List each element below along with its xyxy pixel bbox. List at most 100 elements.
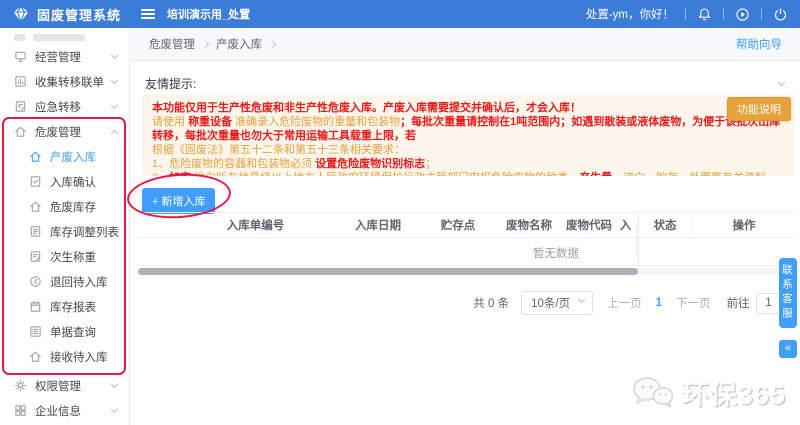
play-circle-icon[interactable] [735, 7, 750, 22]
sidebar-item-secondary-weighing[interactable]: 次生称重 [0, 244, 129, 269]
bar-chart-icon [15, 76, 26, 87]
sidebar-item-label: 收集转移联单 [35, 76, 104, 89]
top-header-bar: 固废管理系统 培训演示用_处置 处置-ym，你好！ [0, 0, 800, 28]
document-edit-icon [30, 251, 41, 262]
table-body: 暂无数据 [138, 238, 638, 266]
function-description-button[interactable]: 功能说明 [727, 97, 791, 121]
notice-line-4: 1、危险废物的容器和包装物必须 设置危险废物识别标志； [152, 158, 437, 170]
table-col-header: 废物代码 [566, 220, 612, 232]
table-fixed-columns: 状态 操作 [638, 212, 795, 267]
breadcrumb-item[interactable]: 危废管理 [149, 36, 195, 52]
table-col-header-status: 状态 [653, 220, 677, 232]
next-page-button[interactable]: 下一页 [676, 295, 711, 311]
pagination: 共 0 条 10条/页 上一页 1 下一页 前往 页 [138, 291, 798, 315]
tips-header[interactable]: 友情提示: [145, 75, 786, 92]
sidebar-item-receive-pending[interactable]: 接收待入库 [0, 344, 129, 369]
sidebar-item-waste-inbound[interactable]: 产废入库 [0, 144, 129, 169]
sidebar-item-label: 退回待入库 [50, 276, 108, 289]
document-edit-icon [15, 101, 26, 112]
list-icon [30, 326, 41, 337]
goto-page-input[interactable] [755, 292, 782, 314]
sidebar-item-inbound-confirm[interactable]: 入库确认 [0, 169, 129, 194]
sidebar-item-stock-adjust-list[interactable]: 库存调整列表 [0, 219, 129, 244]
sidebar-item-hazwaste-stock[interactable]: 危废库存 [0, 194, 129, 219]
calendar-icon [30, 301, 41, 312]
sidebar-item-stock-report[interactable]: 库存报表 [0, 294, 129, 319]
menu-collapse-icon[interactable] [141, 9, 156, 19]
table-col-header: 废物名称 [506, 220, 552, 232]
sidebar-item-label: 危废管理 [35, 126, 81, 139]
sidebar-item-company-info[interactable]: 企业信息 [0, 398, 129, 423]
monitor-icon [15, 51, 26, 62]
notice-line-2: 请使用 称重设备 准确录入危险废物的重量和包装物；每批次重量请控制在1吨范围内；… [152, 116, 781, 142]
prev-page-button[interactable]: 上一页 [607, 295, 642, 311]
sidebar-item-label: 经营管理 [35, 51, 81, 64]
chevron-down-icon [578, 295, 586, 304]
sidebar-item-permissions[interactable]: 权限管理 [0, 373, 129, 398]
page-size-select[interactable]: 10条/页 [521, 291, 594, 315]
horizontal-scrollbar[interactable] [138, 268, 795, 275]
document-check-icon [30, 176, 41, 187]
chevron-down-icon [110, 380, 119, 388]
help-guide-link[interactable]: 帮助向导 [736, 36, 782, 52]
contact-support-tab[interactable]: 联系客服 [779, 258, 797, 328]
sidebar-item-label: 接收待入库 [50, 351, 108, 364]
notice-box: 本功能仅用于生产性危废和非生产性危废入库。产废入库需要提交并确认后，才会入库！ … [142, 94, 795, 176]
chevron-up-icon [110, 129, 119, 137]
sidebar-item-doc-query[interactable]: 单据查询 [0, 319, 129, 344]
notice-line-3: 根据《固废法》第五十二条和第五十三条相关要求： [152, 144, 405, 156]
breadcrumb-item[interactable]: 产废入库 [216, 36, 262, 52]
grid-icon [15, 405, 26, 416]
notice-line-5: 2、如实 地向所在地县级以上地方人民政府环境保护行政主管部门申报危险废物的种类、… [152, 171, 789, 176]
tips-title: 友情提示: [145, 77, 197, 91]
watermark: 环保365 [630, 373, 786, 412]
sidebar-item-hazwaste-mgmt[interactable]: 危废管理 [0, 119, 129, 144]
main-content: 友情提示: 本功能仅用于生产性危废和非生产性危废入库。产废入库需要提交并确认后，… [131, 61, 800, 425]
user-greeting: 处置-ym，你好！ [585, 9, 674, 21]
gear-icon [15, 380, 26, 391]
table-col-header: 入库单编号 [226, 220, 285, 232]
notice-line-1: 本功能仅用于生产性危废和非生产性危废入库。产废入库需要提交并确认后，才会入库！ [152, 102, 581, 114]
divider [761, 8, 762, 20]
chevron-right-icon [268, 40, 277, 48]
chevron-down-icon [110, 101, 119, 109]
sidebar-item-return-pending[interactable]: 退回待入库 [0, 269, 129, 294]
power-icon[interactable] [773, 7, 788, 22]
empty-table-text: 暂无数据 [533, 248, 579, 260]
chevron-right-icon [201, 40, 210, 48]
sidebar-item-label: 产废入库 [50, 151, 96, 164]
current-page[interactable]: 1 [656, 297, 662, 309]
breadcrumb: 危废管理 产废入库 帮助向导 [131, 28, 800, 61]
sidebar-item-label: 次生称重 [50, 251, 96, 264]
gem-logo-icon [13, 5, 29, 23]
sidebar-item-clipped [0, 28, 129, 44]
sidebar-item-label: 库存调整列表 [50, 226, 119, 239]
scrollbar-thumb[interactable] [138, 268, 638, 275]
table-col-header: 入库日期 [355, 220, 401, 232]
sidebar-item-label: 入库确认 [50, 176, 96, 189]
sidebar-item-label: 危废库存 [50, 201, 96, 214]
sidebar-item-label: 库存报表 [50, 301, 96, 314]
table-col-header-truncated: 入 [619, 220, 632, 232]
app-window: 固废管理系统 培训演示用_处置 处置-ym，你好！ 经营管理 收集转移联单 应急… [0, 0, 800, 425]
document-list-icon [30, 226, 41, 237]
goto-label: 前往 [726, 298, 750, 310]
chevron-down-icon [777, 78, 786, 86]
house-icon [30, 351, 41, 362]
workspace-title: 培训演示用_处置 [167, 9, 251, 21]
table-col-header: 贮存点 [440, 220, 476, 232]
wechat-icon [633, 376, 674, 407]
collapse-tab-button[interactable]: « [779, 340, 797, 358]
bell-icon[interactable] [697, 7, 712, 22]
arrow-left-circle-icon [30, 276, 41, 287]
add-inbound-button[interactable]: + 新增入库 [142, 188, 216, 214]
sidebar-item-emergency-transfer[interactable]: 应急转移 [0, 94, 129, 119]
divider [723, 8, 724, 20]
sidebar-item-business-mgmt[interactable]: 经营管理 [0, 44, 129, 69]
sidebar-item-transfer-manifest[interactable]: 收集转移联单 [0, 69, 129, 94]
page-size-value: 10条/页 [531, 298, 571, 310]
chevron-down-icon [110, 405, 119, 413]
app-title: 固废管理系统 [37, 7, 122, 23]
sidebar-item-label: 单据查询 [50, 326, 96, 339]
table-col-header-actions: 操作 [691, 217, 796, 233]
